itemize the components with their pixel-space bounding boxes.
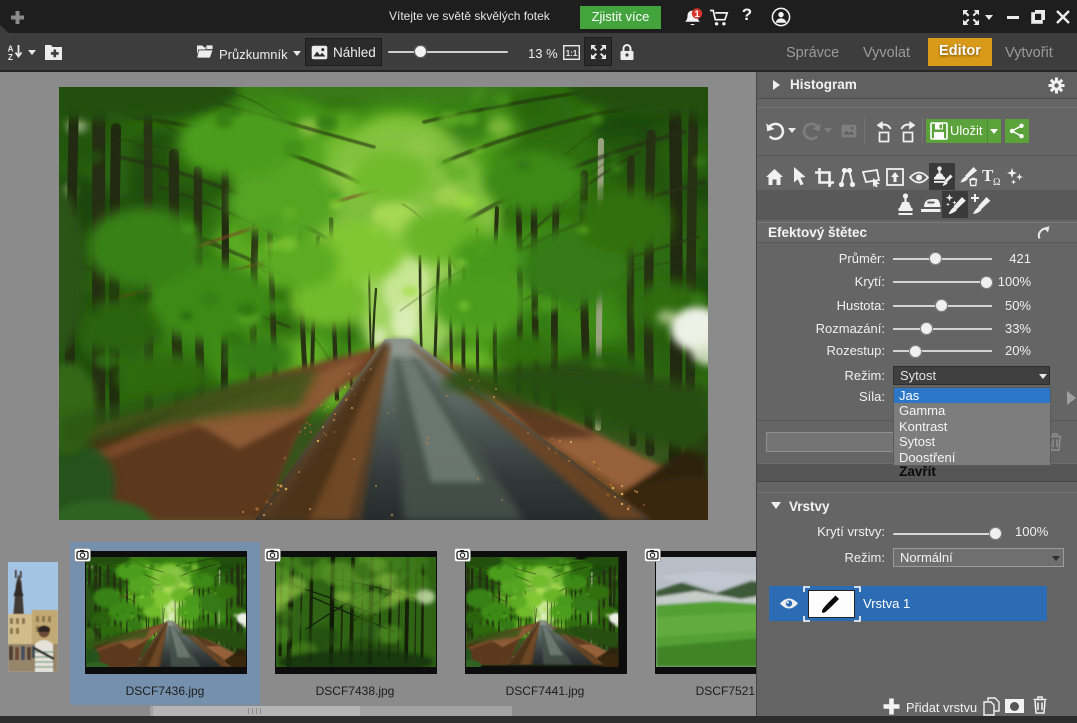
svg-text:Ω: Ω xyxy=(993,177,1000,186)
svg-text:Z: Z xyxy=(8,53,13,61)
svg-text:1: 1 xyxy=(694,9,700,20)
svg-text:1:1: 1:1 xyxy=(566,49,578,58)
